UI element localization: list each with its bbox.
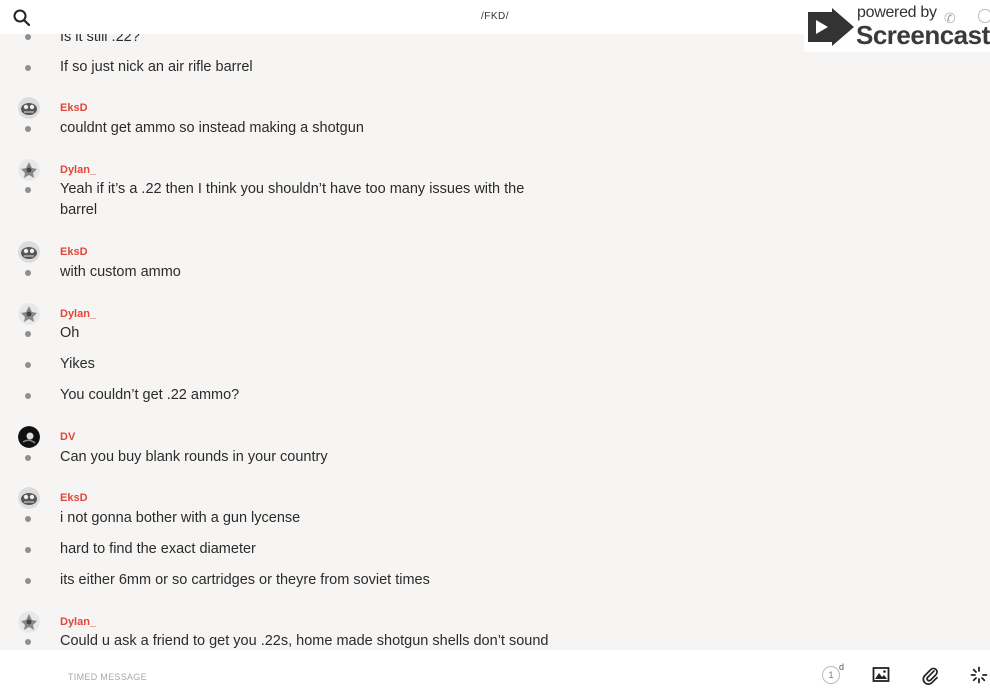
message-text: Can you buy blank rounds in your country bbox=[60, 449, 328, 465]
message-bullet bbox=[25, 455, 31, 461]
message-author[interactable]: Dylan_ bbox=[60, 308, 96, 320]
message-text: You couldn’t get .22 ammo? bbox=[60, 387, 240, 403]
watermark-brand: Screencastify bbox=[856, 20, 990, 50]
message-text: with custom ammo bbox=[60, 264, 181, 280]
message-author[interactable]: EksD bbox=[60, 492, 88, 504]
message-feed[interactable]: Is it still .22? If so just nick an air … bbox=[0, 0, 990, 650]
avatar-dylan-image bbox=[18, 611, 40, 633]
message-bullet bbox=[25, 639, 31, 645]
message-bullet bbox=[25, 578, 31, 584]
message-composer: 1 d bbox=[0, 650, 990, 700]
avatar-eksd-image bbox=[18, 487, 40, 509]
message-text: Oh bbox=[60, 325, 80, 341]
avatar[interactable] bbox=[18, 426, 40, 448]
message-text: its either 6mm or so cartridges or theyr… bbox=[60, 572, 430, 588]
message-text: couldnt get ammo so instead making a sho… bbox=[60, 120, 364, 136]
paperclip-icon bbox=[922, 667, 938, 685]
message-bullet bbox=[25, 362, 31, 368]
message-author[interactable]: Dylan_ bbox=[60, 616, 96, 628]
message-bullet bbox=[25, 126, 31, 132]
message-bullet bbox=[25, 393, 31, 399]
phone-icon: ✆ bbox=[944, 10, 956, 26]
message-text: hard to find the exact diameter bbox=[60, 541, 256, 557]
message-bullet bbox=[25, 187, 31, 193]
timer-icon: 1 bbox=[822, 666, 840, 684]
message-text: Could u ask a friend to get you .22s, ho… bbox=[60, 633, 549, 649]
message-author[interactable]: EksD bbox=[60, 102, 88, 114]
timer-button[interactable]: 1 d bbox=[822, 662, 845, 686]
message-bullet bbox=[25, 516, 31, 522]
message-bullet bbox=[25, 34, 31, 40]
message-text: i not gonna bother with a gun lycense bbox=[60, 510, 301, 526]
message-bullet bbox=[25, 547, 31, 553]
message-author[interactable]: DV bbox=[60, 431, 75, 443]
attachment-button[interactable] bbox=[921, 664, 943, 686]
avatar[interactable] bbox=[18, 487, 40, 509]
effects-button[interactable] bbox=[970, 664, 990, 686]
message-text: Yeah if it’s a .22 then I think you shou… bbox=[60, 181, 525, 218]
message-bullet bbox=[25, 331, 31, 337]
avatar-dv-image bbox=[18, 426, 40, 448]
message-input[interactable] bbox=[66, 668, 470, 686]
sparkle-icon bbox=[970, 666, 988, 684]
message-bullet bbox=[25, 270, 31, 276]
message-bullet bbox=[25, 65, 31, 71]
screencastify-logo-icon bbox=[808, 8, 854, 46]
timer-unit: d bbox=[839, 662, 845, 672]
image-icon bbox=[872, 667, 890, 682]
message-text: Yikes bbox=[60, 356, 95, 372]
message-author[interactable]: Dylan_ bbox=[60, 164, 96, 176]
avatar[interactable] bbox=[18, 97, 40, 119]
avatar-eksd-image bbox=[18, 241, 40, 263]
avatar[interactable] bbox=[18, 241, 40, 263]
screencastify-watermark: powered by Screencastify ✆ bbox=[804, 0, 990, 52]
avatar-dylan-image bbox=[18, 159, 40, 181]
image-button[interactable] bbox=[872, 664, 894, 686]
avatar[interactable] bbox=[18, 159, 40, 181]
info-icon bbox=[978, 9, 990, 23]
message-author[interactable]: EksD bbox=[60, 246, 88, 258]
message-text: If so just nick an air rifle barrel bbox=[60, 59, 253, 75]
avatar[interactable] bbox=[18, 611, 40, 633]
avatar-dylan-image bbox=[18, 303, 40, 325]
avatar-eksd-image bbox=[18, 97, 40, 119]
avatar[interactable] bbox=[18, 303, 40, 325]
